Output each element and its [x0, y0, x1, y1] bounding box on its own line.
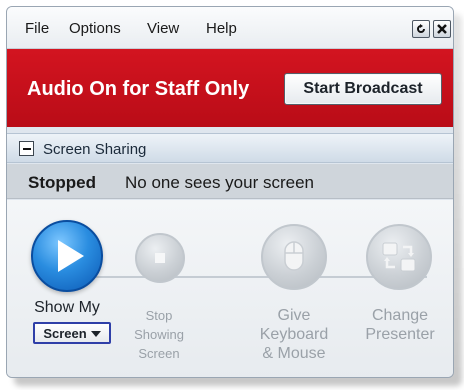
screen-sharing-window: File Options View Help Audio On for Staf… — [6, 6, 454, 378]
mouse-icon — [284, 241, 304, 271]
status-label: Stopped — [28, 173, 96, 192]
stop-icon — [155, 253, 165, 263]
menu-options[interactable]: Options — [69, 20, 121, 37]
restore-icon — [417, 24, 425, 33]
close-icon — [437, 24, 447, 34]
audio-status-text: Audio On for Staff Only — [27, 78, 250, 100]
show-screen-label: Show My — [27, 299, 107, 317]
keyboard-label-line3: & Mouse — [262, 345, 326, 362]
screen-dropdown[interactable]: Screen — [33, 322, 111, 344]
change-presenter-label: Change Presenter — [357, 306, 443, 344]
keyboard-label-line1: Give — [277, 307, 311, 324]
show-screen-label-line1: Show My — [34, 299, 100, 316]
give-keyboard-mouse-button[interactable] — [261, 224, 327, 290]
menu-help[interactable]: Help — [206, 20, 237, 37]
close-button[interactable] — [433, 20, 451, 38]
show-screen-button[interactable] — [31, 220, 103, 292]
start-broadcast-button[interactable]: Start Broadcast — [284, 73, 442, 105]
keyboard-label-line2: Keyboard — [259, 326, 329, 343]
restore-button[interactable] — [412, 20, 430, 38]
section-title: Screen Sharing — [43, 141, 147, 158]
change-presenter-icon — [382, 242, 416, 272]
stop-label-line2: Showing — [134, 327, 184, 342]
presenter-label-line2: Presenter — [365, 326, 435, 343]
stop-label-line3: Screen — [138, 346, 180, 361]
menu-bar: File Options View Help — [7, 7, 453, 49]
give-keyboard-label: Give Keyboard & Mouse — [249, 306, 339, 363]
screen-dropdown-value: Screen — [43, 325, 87, 341]
audio-banner: Audio On for Staff Only Start Broadcast — [7, 49, 453, 127]
menu-file[interactable]: File — [25, 20, 49, 37]
change-presenter-button[interactable] — [366, 224, 432, 290]
status-message: No one sees your screen — [125, 173, 314, 192]
collapse-button[interactable] — [19, 141, 34, 156]
stop-label-line1: Stop — [145, 308, 173, 323]
play-icon — [58, 240, 84, 272]
screen-sharing-header: Screen Sharing — [7, 133, 453, 163]
stop-showing-button[interactable] — [135, 233, 185, 283]
minus-icon — [22, 147, 31, 150]
status-row: Stopped No one sees your screen — [7, 164, 453, 199]
chevron-down-icon — [90, 331, 101, 337]
menu-view[interactable]: View — [147, 20, 179, 37]
presenter-label-line1: Change — [371, 307, 429, 324]
sharing-controls: Show My Screen Stop Showing Screen Give … — [7, 200, 453, 377]
stop-showing-label: Stop Showing Screen — [123, 306, 195, 363]
